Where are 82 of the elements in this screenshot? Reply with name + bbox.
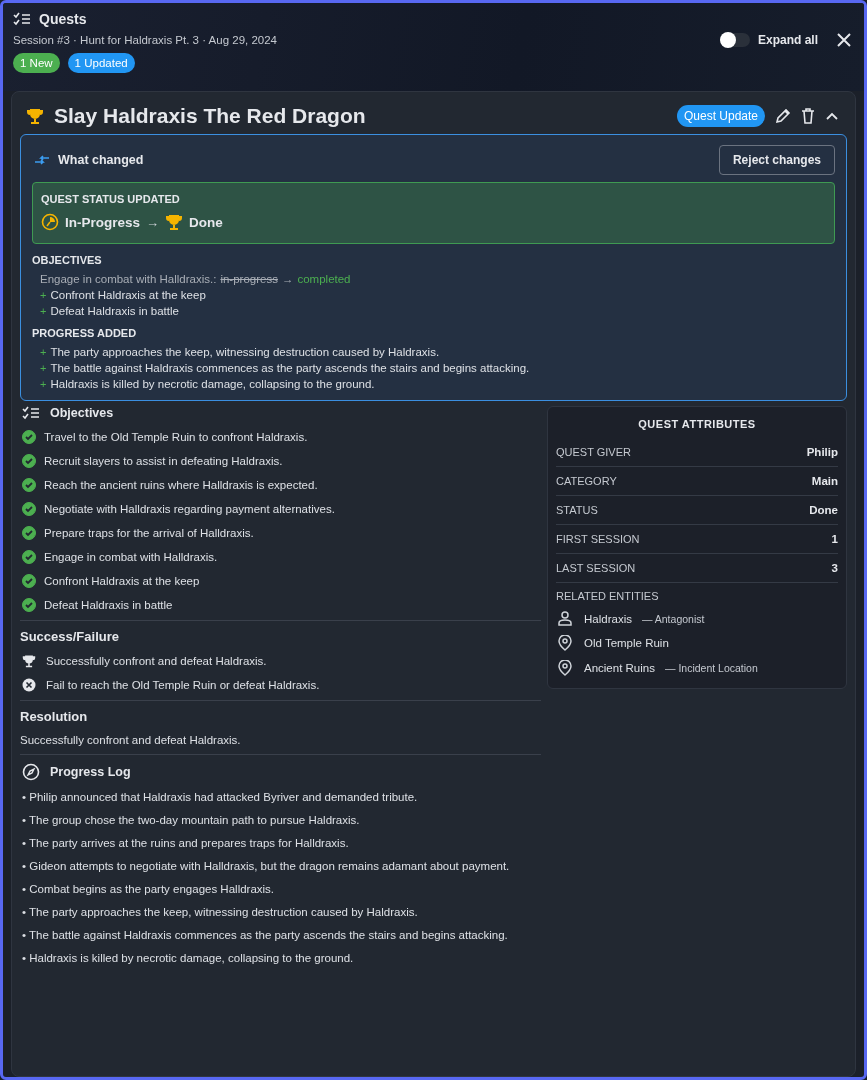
- session-subtitle: Session #3 · Hunt for Haldraxis Pt. 3 · Aug 29, 2024: [13, 34, 277, 46]
- entity-role: — Antagonist: [641, 612, 705, 625]
- pencil-icon[interactable]: [775, 108, 791, 124]
- location-pin-icon: [558, 660, 572, 676]
- log-entry: • Haldraxis is killed by necrotic damage, collapsing to the ground.: [22, 952, 355, 964]
- outcome-text: Successfully confront and defeat Haldraxis.: [46, 655, 267, 667]
- trash-icon[interactable]: [801, 108, 815, 124]
- log-entry: • Philip announced that Haldraxis had attacked Byriver and demanded tribute.: [22, 791, 419, 803]
- change-arrow: →: [281, 273, 294, 285]
- expand-all-toggle[interactable]: [719, 33, 750, 47]
- attribute-label: QUEST GIVER: [556, 446, 631, 458]
- objective-text: Confront Haldraxis at the keep: [44, 575, 200, 587]
- attribute-label: STATUS: [556, 504, 598, 516]
- resolution-text: Successfully confront and defeat Haldraxis.: [20, 734, 242, 746]
- objective-text: Recruit slayers to assist in defeating Haldraxis.: [44, 455, 283, 467]
- close-icon[interactable]: [836, 32, 852, 48]
- added-marker: +: [40, 346, 47, 358]
- added-marker: +: [40, 378, 47, 390]
- checklist-icon: [22, 406, 40, 420]
- attribute-value: 1: [831, 533, 838, 545]
- attribute-label: CATEGORY: [556, 475, 617, 487]
- section-title: Success/Failure: [20, 629, 120, 644]
- page-title: Quests: [39, 11, 87, 27]
- attribute-value: 3: [831, 562, 838, 574]
- entity-link[interactable]: Ancient Ruins: [584, 662, 655, 674]
- added-objective: Confront Haldraxis at the keep: [50, 289, 206, 301]
- attribute-value: Philip: [806, 446, 838, 458]
- log-entry: • The group chose the two-day mountain path to pursue Haldraxis.: [22, 814, 361, 826]
- attribute-value: Done: [809, 504, 838, 516]
- checklist-icon: [13, 12, 31, 26]
- old-status: In-Progress: [65, 214, 141, 230]
- objective-text: Engage in combat with Halldraxis.: [44, 551, 218, 563]
- count-badge: 1 New: [13, 53, 60, 73]
- attribute-value: Main: [811, 475, 838, 487]
- objective-text: Prepare traps for the arrival of Halldraxis.: [44, 527, 254, 539]
- entity-role: — Incident Location: [664, 662, 758, 674]
- added-marker: +: [40, 289, 47, 301]
- compass-icon: [22, 763, 40, 781]
- section-label: PROGRESS ADDED: [32, 327, 138, 339]
- added-objective: Defeat Haldraxis in battle: [50, 305, 179, 317]
- section-title: Objectives: [50, 406, 114, 420]
- added-marker: +: [40, 305, 47, 317]
- log-entry: • Combat begins as the party engages Halldraxis.: [22, 883, 276, 895]
- trophy-icon: [26, 107, 44, 125]
- entity-link[interactable]: Haldraxis: [584, 612, 632, 625]
- objective-name: Engage in combat with Halldraxis.:: [40, 273, 217, 285]
- log-entry: • The battle against Haldraxis commences as the party ascends the stairs and begins attacking.: [22, 929, 509, 941]
- status-arrow: →: [146, 214, 160, 230]
- attribute-label: FIRST SESSION: [556, 533, 640, 545]
- section-title: Resolution: [20, 709, 89, 724]
- trophy-icon: [22, 654, 36, 668]
- log-entry: • The party approaches the keep, witnessing destruction caused by Haldraxis.: [22, 906, 419, 918]
- quest-update-badge: Quest Update: [676, 105, 765, 127]
- section-label: OBJECTIVES: [32, 254, 103, 266]
- person-icon: [558, 611, 572, 626]
- trophy-icon: [165, 213, 184, 231]
- cross-circle-icon: [22, 678, 36, 692]
- objective-text: Reach the ancient ruins where Halldraxis is expected.: [44, 479, 318, 491]
- attribute-label: LAST SESSION: [556, 562, 636, 574]
- new-value: completed: [297, 273, 351, 285]
- added-marker: +: [40, 362, 47, 374]
- expand-all-label: Expand all: [757, 33, 818, 47]
- objective-text: Travel to the Old Temple Ruin to confront Haldraxis.: [44, 431, 308, 443]
- objective-text: Negotiate with Halldraxis regarding payment alternatives.: [44, 503, 335, 515]
- new-status: Done: [189, 214, 223, 230]
- status-heading: QUEST STATUS UPDATED: [41, 193, 181, 205]
- location-pin-icon: [558, 635, 572, 651]
- attributes-title: QUEST ATTRIBUTES: [637, 417, 757, 432]
- swap-arrows-icon: [34, 154, 50, 166]
- entity-link[interactable]: Old Temple Ruin: [584, 637, 669, 649]
- attribute-label: RELATED ENTITIES: [556, 590, 660, 602]
- count-badge: 1 Updated: [67, 53, 135, 73]
- old-value: in-progress: [220, 273, 278, 285]
- log-entry: • The party arrives at the ruins and prepares traps for Halldraxis.: [22, 837, 350, 849]
- objective-text: Defeat Haldraxis in battle: [44, 599, 173, 611]
- in-progress-icon: [41, 213, 59, 231]
- outcome-text: Fail to reach the Old Temple Ruin or defeat Haldraxis.: [46, 679, 320, 691]
- panel-title: What changed: [58, 153, 144, 167]
- section-title: Progress Log: [50, 765, 131, 779]
- reject-changes-button[interactable]: Reject changes: [718, 145, 835, 175]
- log-entry: • Gideon attempts to negotiate with Halldraxis, but the dragon remains adamant about payment.: [22, 860, 511, 872]
- quest-title: Slay Haldraxis The Red Dragon: [54, 104, 366, 128]
